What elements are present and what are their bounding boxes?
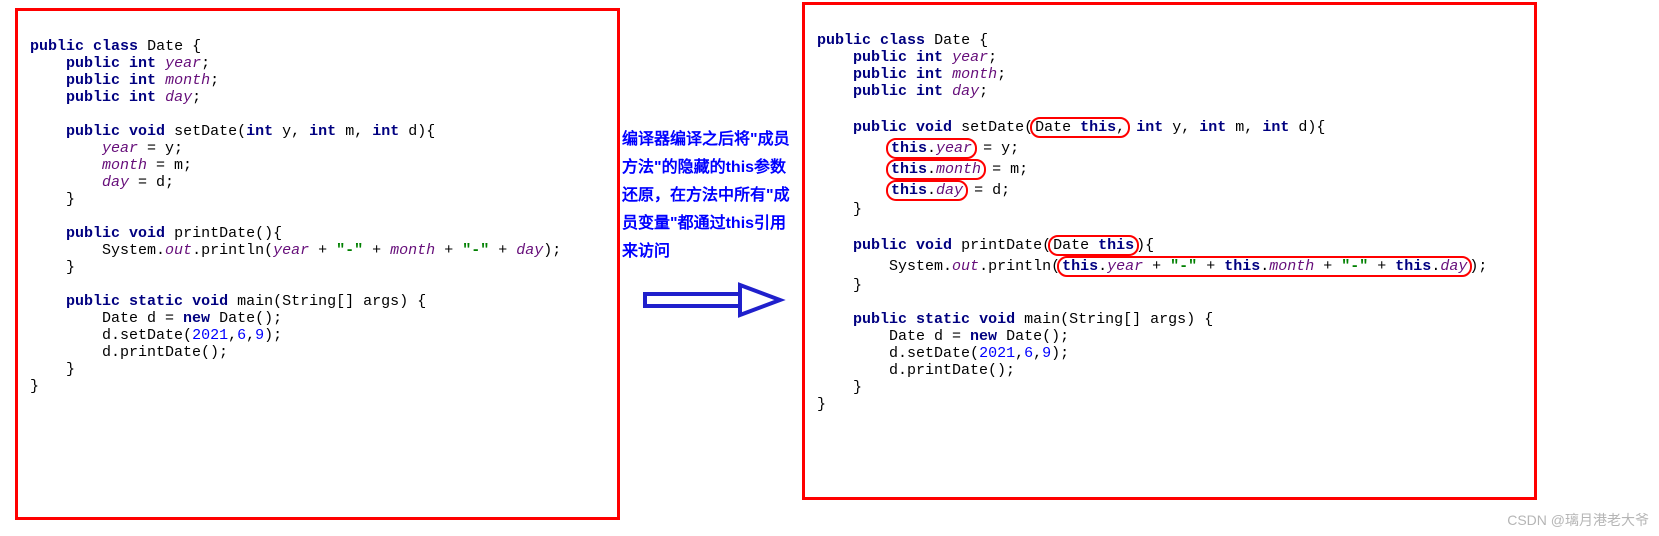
watermark-text: CSDN @璃月港老大爷 — [1507, 510, 1649, 530]
field-year: year — [165, 55, 201, 72]
code-panel-left: public class Date { public int year; pub… — [15, 8, 620, 520]
kw-class: class — [93, 38, 138, 55]
method-setDate: setDate — [174, 123, 237, 140]
highlight-println-args: this.year + "-" + this.month + "-" + thi… — [1057, 256, 1472, 277]
method-printDate: printDate — [174, 225, 255, 242]
field-month: month — [165, 72, 210, 89]
method-main: main — [237, 293, 273, 310]
code-panel-right: public class Date { public int year; pub… — [802, 2, 1537, 500]
highlight-this-param2: Date this — [1048, 235, 1139, 256]
highlight-this-day: this.day — [886, 180, 968, 201]
highlight-this-param: Date this, — [1030, 117, 1130, 138]
highlight-this-month: this.month — [886, 159, 986, 180]
highlight-this-year: this.year — [886, 138, 977, 159]
field-day: day — [165, 89, 192, 106]
kw-public: public — [30, 38, 84, 55]
explanation-text: 编译器编译之后将"成员方法"的隐藏的this参数还原，在方法中所有"成员变量"都… — [622, 126, 797, 266]
class-name: Date — [147, 38, 183, 55]
arrow-icon — [640, 280, 790, 320]
